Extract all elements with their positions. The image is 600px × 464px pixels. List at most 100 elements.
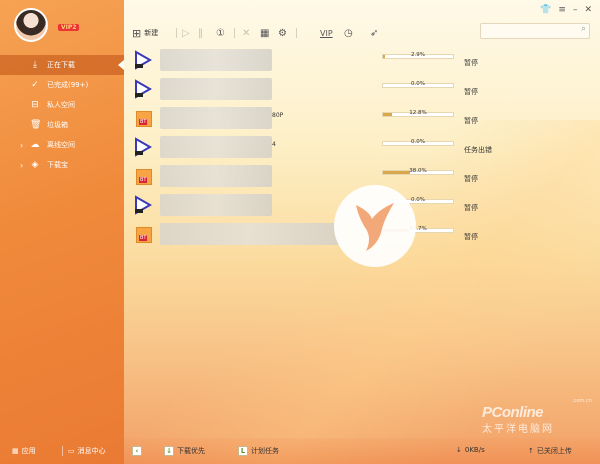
download-row[interactable]: 0.0% 暂停 bbox=[124, 75, 600, 104]
sidebar: VIP2 ⤓ 正在下载 ✓ 已完成(99+) ⊟ 私人空间 🗑 垃圾箱 › ☁ bbox=[0, 0, 124, 464]
sidebar-item-xiazaibao[interactable]: › ◈ 下载宝 bbox=[0, 155, 124, 175]
divider bbox=[296, 28, 297, 38]
sidebar-item-label: 已完成(99+) bbox=[47, 81, 89, 89]
task-status: 任务出错 bbox=[464, 146, 492, 154]
start-button[interactable]: ▷ bbox=[182, 25, 190, 41]
download-priority-button[interactable]: ↓ 下载优先 bbox=[164, 446, 205, 456]
bt-file-icon: BT bbox=[136, 169, 152, 185]
stopwatch-button[interactable]: ◷ bbox=[344, 25, 353, 41]
download-speed: ↓ 0KB/s bbox=[456, 446, 485, 454]
stopwatch-icon: ◷ bbox=[344, 27, 353, 39]
grid-button[interactable]: ▦ bbox=[260, 25, 269, 41]
sidebar-item-label: 离线空间 bbox=[47, 141, 75, 149]
chevron-left-icon: ‹ bbox=[132, 446, 142, 456]
download-row[interactable]: BT 80P 12.8% 暂停 bbox=[124, 104, 600, 133]
router-icon: ◈ bbox=[31, 160, 39, 170]
status-bar: ‹ ↓ 下载优先 L 计划任务 ↓ 0KB/s ↑ 已关闭上传 bbox=[124, 438, 600, 464]
file-name-blurred bbox=[160, 223, 340, 245]
upload-toggle[interactable]: ↑ 已关闭上传 bbox=[528, 446, 572, 456]
shirt-icon[interactable]: 👕 bbox=[540, 5, 551, 15]
speed-value: 0KB/s bbox=[464, 446, 485, 454]
watermark-brand: PConline bbox=[482, 404, 544, 421]
sidebar-item-downloading[interactable]: ⤓ 正在下载 bbox=[0, 55, 124, 75]
rocket-button[interactable]: ➶ bbox=[370, 25, 378, 41]
delete-x-icon: ✕ bbox=[242, 27, 251, 39]
file-name: 4 bbox=[272, 141, 276, 148]
trash-icon: 🗑 bbox=[30, 120, 42, 130]
message-icon: ▭ bbox=[68, 447, 75, 455]
delete-button[interactable]: ✕ bbox=[242, 25, 250, 41]
vip-label: VIP bbox=[320, 28, 333, 38]
progress-text: 12.8% bbox=[409, 110, 427, 116]
messages-label: 消息中心 bbox=[77, 447, 106, 455]
vip-button[interactable]: VIP bbox=[320, 25, 333, 41]
watermark: PConline 太平洋电脑网 .com.cn bbox=[482, 398, 592, 435]
sidebar-item-completed[interactable]: ✓ 已完成(99+) bbox=[0, 75, 124, 95]
sidebar-item-label: 私人空间 bbox=[47, 101, 75, 109]
divider bbox=[176, 28, 177, 38]
file-name-blurred bbox=[160, 136, 272, 158]
new-label: 新建 bbox=[144, 29, 159, 37]
main-panel: 👕 ≡ – ✕ ⊞ 新建 ▷ ‖ ① ✕ ▦ ⚙ VIP ◷ ➶ ⌕ 2.9% … bbox=[124, 0, 600, 464]
search-box[interactable]: ⌕ bbox=[480, 23, 590, 39]
speed-arrow-icon: ↓ bbox=[456, 446, 462, 454]
new-task-button[interactable]: ⊞ 新建 bbox=[132, 25, 158, 41]
progress-text: 0.0% bbox=[411, 81, 425, 87]
apps-button[interactable]: ▦ 应用 bbox=[12, 446, 36, 456]
chevron-right-icon[interactable]: › bbox=[20, 141, 23, 150]
schedule-icon: L bbox=[238, 446, 248, 456]
sidebar-item-offline[interactable]: › ☁ 离线空间 bbox=[0, 135, 124, 155]
menu-icon[interactable]: ≡ bbox=[558, 5, 566, 15]
download-row[interactable]: 2.9% 暂停 bbox=[124, 46, 600, 75]
video-file-icon bbox=[134, 50, 153, 70]
apps-icon: ▦ bbox=[12, 447, 19, 455]
divider bbox=[234, 28, 235, 38]
upload-label: 已关闭上传 bbox=[536, 447, 572, 455]
scheduled-task-button[interactable]: L 计划任务 bbox=[238, 446, 279, 456]
sidebar-item-label: 下载宝 bbox=[47, 161, 68, 169]
watermark-cn: 太平洋电脑网 bbox=[482, 424, 554, 435]
hummingbird-icon bbox=[356, 203, 394, 251]
file-name-blurred bbox=[160, 107, 272, 129]
collapse-sidebar-button[interactable]: ‹ bbox=[132, 446, 142, 456]
watermark-domain: .com.cn bbox=[572, 398, 592, 404]
play-icon: ▷ bbox=[182, 27, 190, 39]
video-file-icon bbox=[134, 137, 153, 157]
video-file-icon bbox=[134, 195, 153, 215]
sidebar-item-private[interactable]: ⊟ 私人空间 bbox=[0, 95, 124, 115]
new-icon: ⊞ bbox=[132, 26, 142, 40]
video-file-icon bbox=[134, 79, 153, 99]
search-icon[interactable]: ⌕ bbox=[581, 24, 586, 34]
window-controls: 👕 ≡ – ✕ bbox=[540, 5, 592, 15]
progress-text: 2.9% bbox=[411, 52, 425, 58]
file-name-blurred bbox=[160, 194, 272, 216]
pause-icon: ‖ bbox=[198, 27, 203, 39]
download-row[interactable]: 4 0.0% 任务出错 bbox=[124, 133, 600, 162]
settings-button[interactable]: ⚙ bbox=[278, 25, 287, 41]
cloud-icon: ☁ bbox=[30, 140, 40, 150]
pause-button[interactable]: ‖ bbox=[198, 25, 203, 41]
minimize-icon[interactable]: – bbox=[573, 5, 578, 15]
sidebar-item-trash[interactable]: 🗑 垃圾箱 bbox=[0, 115, 124, 135]
priority-label: 下载优先 bbox=[177, 447, 205, 455]
message-center-button[interactable]: ▭ 消息中心 bbox=[68, 446, 106, 456]
progress-text: 38.0% bbox=[409, 168, 427, 174]
avatar[interactable] bbox=[14, 8, 48, 42]
sidebar-footer: ▦ 应用 ▭ 消息中心 bbox=[0, 438, 124, 464]
bt-file-icon: BT bbox=[136, 111, 152, 127]
speed-limit-button[interactable]: ① bbox=[216, 25, 225, 41]
task-status: 暂停 bbox=[464, 88, 478, 96]
file-name-blurred bbox=[160, 165, 272, 187]
sidebar-item-label: 正在下载 bbox=[47, 61, 75, 69]
vip-badge[interactable]: VIP2 bbox=[58, 24, 80, 31]
close-icon[interactable]: ✕ bbox=[584, 5, 592, 15]
xunlei-window: VIP2 ⤓ 正在下载 ✓ 已完成(99+) ⊟ 私人空间 🗑 垃圾箱 › ☁ bbox=[0, 0, 600, 464]
chevron-right-icon[interactable]: › bbox=[20, 161, 23, 170]
file-name: 80P bbox=[272, 112, 284, 119]
apps-label: 应用 bbox=[21, 447, 36, 455]
upload-arrow-icon: ↑ bbox=[528, 447, 534, 455]
schedule-label: 计划任务 bbox=[251, 447, 279, 455]
divider bbox=[62, 446, 63, 456]
rocket-icon: ➶ bbox=[370, 27, 379, 39]
progress-text: 0.0% bbox=[411, 139, 425, 145]
